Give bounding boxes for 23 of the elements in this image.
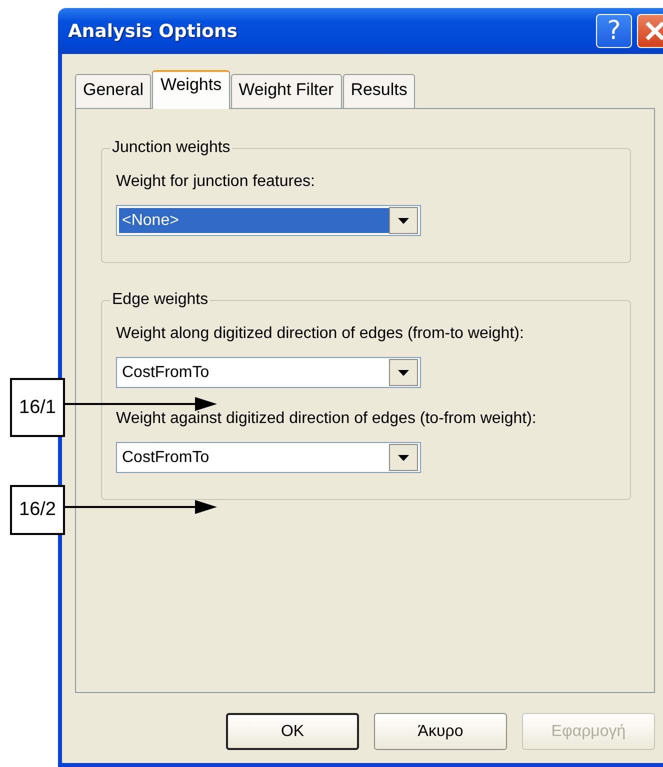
group-title: Junction weights — [111, 139, 232, 157]
close-button[interactable] — [637, 14, 663, 48]
callout-label: 16/1 — [10, 378, 65, 437]
group-title: Edge weights — [111, 291, 210, 309]
callout-label: 16/2 — [10, 485, 65, 535]
dropdown-value: <None> — [119, 208, 389, 233]
field-label: Weight for junction features: — [116, 173, 316, 191]
dialog-button[interactable]: OK — [226, 713, 359, 750]
field-label: Weight against digitized direction of edges (to-from weight): — [116, 410, 538, 428]
close-icon — [644, 20, 663, 42]
dropdown[interactable]: CostFromTo — [116, 442, 421, 473]
field-label: Weight along digitized direction of edges (from-to weight): — [116, 325, 525, 343]
dropdown[interactable]: <None> — [116, 205, 421, 236]
tab[interactable]: Results — [342, 74, 416, 108]
dropdown-value: CostFromTo — [121, 448, 210, 468]
tab[interactable]: Weights — [152, 70, 230, 109]
window-title: Analysis Options — [68, 20, 239, 42]
tab[interactable]: Weight Filter — [230, 74, 342, 108]
dialog-button[interactable]: Άκυρο — [374, 713, 507, 750]
dropdown-value: CostFromTo — [121, 363, 210, 383]
tab[interactable]: General — [75, 74, 152, 108]
help-button[interactable]: ? — [596, 14, 632, 48]
dropdown[interactable]: CostFromTo — [116, 357, 421, 388]
